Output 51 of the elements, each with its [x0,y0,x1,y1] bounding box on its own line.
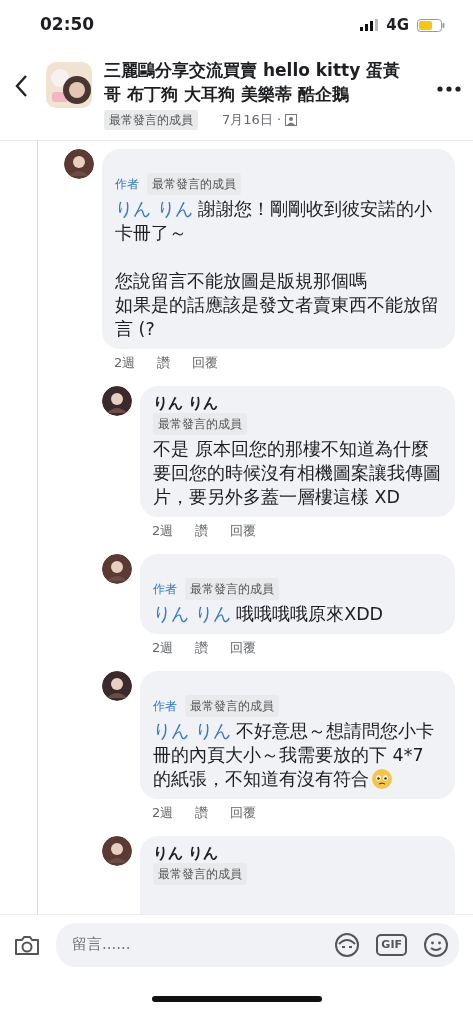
status-time: 02:50 [40,13,95,37]
comment-text: 您說留言不能放圖是版規那個嗎 [115,270,368,293]
avatar-icon[interactable] [64,149,94,179]
mention-link[interactable]: りん りん [153,721,231,741]
avatar-icon[interactable] [102,836,132,866]
member-badge: 最常發言的成員 [185,695,279,717]
avatar-icon[interactable] [102,554,132,584]
camera-icon[interactable] [14,933,40,956]
comment-action[interactable]: 回覆 [230,639,257,657]
emoji-icon[interactable] [423,931,449,958]
author-name[interactable]: りん りん [153,843,441,863]
comment-text: りん りん 謝謝您！剛剛收到彼安諾的小卡冊了～ [115,198,434,245]
author-label: 作者 [153,581,177,598]
comment-text: りん りん 不好意思～想請問您小卡冊的內頁大小～我需要放的下 4*7的紙張，不知道有沒有符合 [153,720,436,791]
group-title: 三麗鷗分享交流買賣 hello kitty 蛋黃哥 布丁狗 大耳狗 美樂蒂 酷企鵝 [104,59,402,106]
comment-text: りん りん 哦哦哦哦原來XDD [153,603,385,626]
more-icon[interactable] [437,86,461,92]
author-label: 作者 [153,698,177,715]
comment-text: 不是 原本回您的那樓不知道為什麼要回您的時候沒有相機圖案讓我傳圖片，要另外多蓋一層樓這樣 XD [153,438,441,509]
comment-time: 2週 [152,639,174,657]
avatar-icon[interactable] [102,386,132,416]
network-label: 4G [386,14,409,36]
comment-time: 2週 [152,804,174,822]
member-badge: 最常發言的成員 [153,413,247,435]
comment-time: 2週 [114,354,136,372]
avatar-sticker-icon[interactable] [334,931,361,958]
member-badge: 最常發言的成員 [104,110,198,130]
comment-field[interactable]: 留言...... GIF [56,922,459,967]
comment-action[interactable]: 讚 [157,354,171,372]
author-label: 作者 [115,176,139,193]
gif-button[interactable]: GIF [376,933,407,956]
member-badge: 最常發言的成員 [153,863,247,885]
comment-time: 2週 [152,522,174,540]
comment-action[interactable]: 回覆 [192,354,219,372]
battery-icon [417,18,445,32]
comment-action[interactable]: 讚 [195,522,209,540]
back-icon[interactable] [14,74,30,98]
member-badge: 最常發言的成員 [185,578,279,600]
post-date: 7月16日 · [222,111,282,130]
member-badge: 最常發言的成員 [147,173,241,195]
comment-text: 如果是的話應該是發文者賣東西不能放留言 (? [115,294,440,341]
group-icon [285,114,298,126]
comment-action[interactable]: 回覆 [230,804,257,822]
signal-icon [360,19,379,31]
mention-link[interactable]: りん りん [153,604,231,624]
comment-action[interactable]: 讚 [195,639,209,657]
comment-action[interactable]: 讚 [195,804,209,822]
comment-action[interactable]: 回覆 [230,522,257,540]
avatar-icon[interactable] [102,671,132,701]
mention-link[interactable]: りん りん [115,199,193,219]
author-name[interactable]: りん りん [153,393,441,413]
